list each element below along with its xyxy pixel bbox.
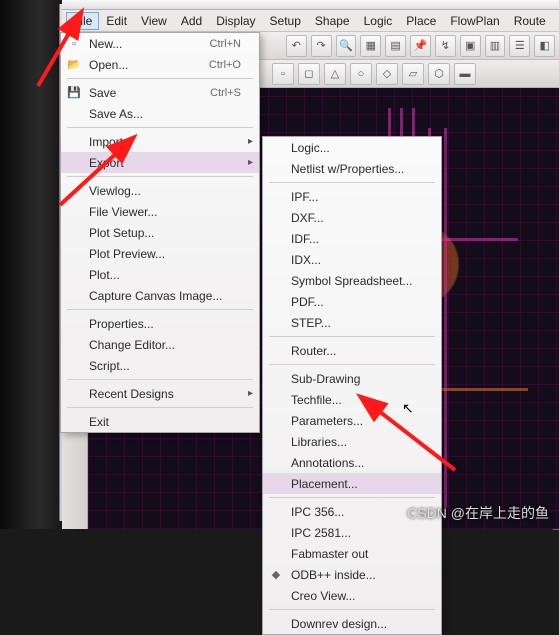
tool2-c-icon[interactable]: △ xyxy=(324,63,346,85)
export-pdf[interactable]: PDF... xyxy=(263,291,441,312)
tool2-g-icon[interactable]: ⬡ xyxy=(428,63,450,85)
tool-zoom-icon[interactable]: 🔍 xyxy=(336,35,357,57)
export-ipc2581[interactable]: IPC 2581... xyxy=(263,522,441,543)
export-subdrawing[interactable]: Sub-Drawing xyxy=(263,368,441,389)
tool2-a-icon[interactable]: ▫ xyxy=(272,63,294,85)
tool-pin-icon[interactable]: 📌 xyxy=(410,35,431,57)
file-open[interactable]: 📂Open...Ctrl+O xyxy=(61,54,259,75)
export-libraries[interactable]: Libraries... xyxy=(263,431,441,452)
menu-route[interactable]: Route xyxy=(507,12,553,30)
menu-flowplan[interactable]: FlowPlan xyxy=(443,12,506,30)
file-properties[interactable]: Properties... xyxy=(61,313,259,334)
export-placement[interactable]: Placement... xyxy=(263,473,441,494)
export-annotations[interactable]: Annotations... xyxy=(263,452,441,473)
file-viewlog[interactable]: Viewlog... xyxy=(61,180,259,201)
export-router[interactable]: Router... xyxy=(263,340,441,361)
file-script[interactable]: Script... xyxy=(61,355,259,376)
file-save-as[interactable]: Save As... xyxy=(61,103,259,124)
menu-shape[interactable]: Shape xyxy=(308,12,357,30)
title-bar xyxy=(62,0,559,10)
export-fabmaster[interactable]: Fabmaster out xyxy=(263,543,441,564)
file-capture[interactable]: Capture Canvas Image... xyxy=(61,285,259,306)
tool-layer-icon[interactable]: ▤ xyxy=(385,35,406,57)
menu-setup[interactable]: Setup xyxy=(263,12,308,30)
menu-bar: File Edit View Add Display Setup Shape L… xyxy=(62,10,559,32)
export-dxf[interactable]: DXF... xyxy=(263,207,441,228)
menu-logic[interactable]: Logic xyxy=(357,12,400,30)
file-menu: ▫New...Ctrl+N 📂Open...Ctrl+O 💾SaveCtrl+S… xyxy=(60,32,260,433)
file-import[interactable]: Import xyxy=(61,131,259,152)
menu-analyze[interactable]: Analyze xyxy=(553,12,559,30)
file-exit[interactable]: Exit xyxy=(61,411,259,432)
export-idf[interactable]: IDF... xyxy=(263,228,441,249)
tool-misc2-icon[interactable]: ▥ xyxy=(485,35,506,57)
tool-route-icon[interactable]: ↯ xyxy=(435,35,456,57)
export-creo[interactable]: Creo View... xyxy=(263,585,441,606)
export-idx[interactable]: IDX... xyxy=(263,249,441,270)
file-export[interactable]: Export xyxy=(61,152,259,173)
new-icon: ▫ xyxy=(67,37,81,51)
export-ipf[interactable]: IPF... xyxy=(263,186,441,207)
odb-icon: ◆ xyxy=(269,568,283,582)
export-logic[interactable]: Logic... xyxy=(263,137,441,158)
tool-redo-icon[interactable]: ↷ xyxy=(311,35,332,57)
file-recent[interactable]: Recent Designs xyxy=(61,383,259,404)
tool-grid-icon[interactable]: ▦ xyxy=(360,35,381,57)
menu-edit[interactable]: Edit xyxy=(99,12,134,30)
export-techfile[interactable]: Techfile... xyxy=(263,389,441,410)
file-plot[interactable]: Plot... xyxy=(61,264,259,285)
file-save[interactable]: 💾SaveCtrl+S xyxy=(61,82,259,103)
tool-misc4-icon[interactable]: ◧ xyxy=(534,35,555,57)
tool2-f-icon[interactable]: ▱ xyxy=(402,63,424,85)
tool2-d-icon[interactable]: ○ xyxy=(350,63,372,85)
file-change-editor[interactable]: Change Editor... xyxy=(61,334,259,355)
export-parameters[interactable]: Parameters... xyxy=(263,410,441,431)
tool2-b-icon[interactable]: ◻ xyxy=(298,63,320,85)
tool-misc3-icon[interactable]: ☰ xyxy=(509,35,530,57)
export-odb[interactable]: ◆ODB++ inside... xyxy=(263,564,441,585)
tool2-e-icon[interactable]: ◇ xyxy=(376,63,398,85)
export-submenu: Logic... Netlist w/Properties... IPF... … xyxy=(262,136,442,635)
file-plot-preview[interactable]: Plot Preview... xyxy=(61,243,259,264)
export-downrev[interactable]: Downrev design... xyxy=(263,613,441,634)
menu-display[interactable]: Display xyxy=(209,12,262,30)
save-icon: 💾 xyxy=(67,86,81,100)
file-file-viewer[interactable]: File Viewer... xyxy=(61,201,259,222)
export-symbol[interactable]: Symbol Spreadsheet... xyxy=(263,270,441,291)
menu-file[interactable]: File xyxy=(66,12,99,30)
menu-view[interactable]: View xyxy=(134,12,174,30)
export-netlist[interactable]: Netlist w/Properties... xyxy=(263,158,441,179)
tool-misc1-icon[interactable]: ▣ xyxy=(460,35,481,57)
file-new[interactable]: ▫New...Ctrl+N xyxy=(61,33,259,54)
watermark: CSDN @在岸上走的鱼 xyxy=(407,503,549,523)
tool-undo-icon[interactable]: ↶ xyxy=(286,35,307,57)
tool2-h-icon[interactable]: ▬ xyxy=(454,63,476,85)
menu-place[interactable]: Place xyxy=(399,12,443,30)
export-step[interactable]: STEP... xyxy=(263,312,441,333)
menu-add[interactable]: Add xyxy=(174,12,209,30)
file-plot-setup[interactable]: Plot Setup... xyxy=(61,222,259,243)
open-icon: 📂 xyxy=(67,58,81,72)
